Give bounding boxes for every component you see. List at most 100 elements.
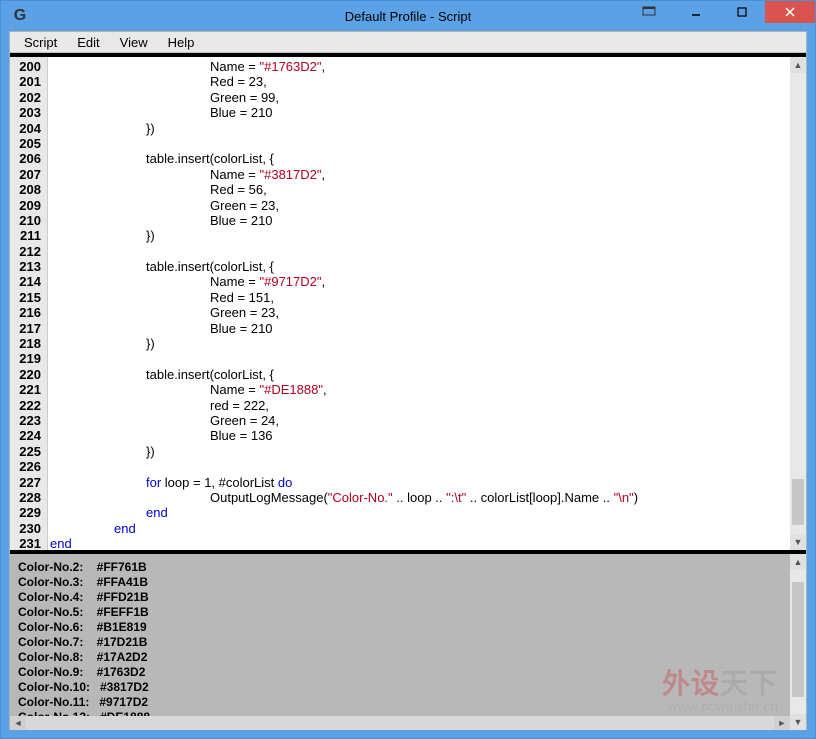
output-log[interactable]: Color-No.2: #FF761BColor-No.3: #FFA41BCo… [10, 554, 790, 730]
code-line[interactable]: Blue = 136 [50, 428, 806, 443]
output-hscroll-track[interactable] [26, 716, 774, 730]
code-line[interactable] [50, 244, 806, 259]
code-line[interactable]: table.insert(colorList, { [50, 151, 806, 166]
output-row: Color-No.3: #FFA41B [18, 575, 782, 590]
editor-wrap: 2002012022032042052062072082092102112122… [9, 53, 807, 730]
code-line[interactable]: Green = 23, [50, 198, 806, 213]
output-panel: Color-No.2: #FF761BColor-No.3: #FFA41BCo… [10, 550, 806, 730]
window-frame: G Default Profile - Script Script Edit V… [0, 0, 816, 739]
line-number: 209 [10, 198, 47, 213]
code-line[interactable]: Red = 151, [50, 290, 806, 305]
line-number: 226 [10, 459, 47, 474]
line-number: 202 [10, 90, 47, 105]
line-number: 229 [10, 505, 47, 520]
code-line[interactable]: for loop = 1, #colorList do [50, 475, 806, 490]
code-line[interactable]: Red = 23, [50, 74, 806, 89]
line-number: 208 [10, 182, 47, 197]
line-number: 223 [10, 413, 47, 428]
line-number: 211 [10, 228, 47, 243]
output-row: Color-No.7: #17D21B [18, 635, 782, 650]
output-row: Color-No.10: #3817D2 [18, 680, 782, 695]
titlebar[interactable]: G Default Profile - Script [1, 1, 815, 31]
output-scroll-track[interactable] [790, 570, 806, 714]
output-row: Color-No.5: #FEFF1B [18, 605, 782, 620]
code-line[interactable]: end [50, 521, 806, 536]
code-line[interactable]: Blue = 210 [50, 213, 806, 228]
code-line[interactable]: Red = 56, [50, 182, 806, 197]
line-number: 215 [10, 290, 47, 305]
line-number: 201 [10, 74, 47, 89]
menu-help[interactable]: Help [158, 33, 205, 52]
output-row: Color-No.8: #17A2D2 [18, 650, 782, 665]
line-number: 207 [10, 167, 47, 182]
code-line[interactable]: Blue = 210 [50, 105, 806, 120]
window-mode-button[interactable] [633, 1, 665, 23]
code-line[interactable]: }) [50, 228, 806, 243]
line-number: 204 [10, 121, 47, 136]
code-line[interactable]: }) [50, 121, 806, 136]
output-scroll-left-button[interactable]: ◄ [10, 716, 26, 730]
code-line[interactable]: }) [50, 444, 806, 459]
output-row: Color-No.11: #9717D2 [18, 695, 782, 710]
scroll-thumb[interactable] [792, 479, 804, 525]
menu-view[interactable]: View [110, 33, 158, 52]
line-number: 213 [10, 259, 47, 274]
output-row: Color-No.6: #B1E819 [18, 620, 782, 635]
code-line[interactable]: Green = 99, [50, 90, 806, 105]
code-line[interactable]: table.insert(colorList, { [50, 367, 806, 382]
output-scroll-right-button[interactable]: ► [774, 716, 790, 730]
line-number: 217 [10, 321, 47, 336]
code-line[interactable]: end [50, 536, 806, 550]
output-scroll-down-button[interactable]: ▼ [790, 714, 806, 730]
code-line[interactable]: }) [50, 336, 806, 351]
code-line[interactable]: table.insert(colorList, { [50, 259, 806, 274]
app-body: Script Edit View Help 200201202203204205… [1, 31, 815, 738]
line-number: 219 [10, 351, 47, 366]
output-row: Color-No.4: #FFD21B [18, 590, 782, 605]
line-number: 221 [10, 382, 47, 397]
line-number: 210 [10, 213, 47, 228]
line-number: 205 [10, 136, 47, 151]
code-line[interactable]: Green = 24, [50, 413, 806, 428]
output-row: Color-No.2: #FF761B [18, 560, 782, 575]
code-line[interactable] [50, 459, 806, 474]
line-number: 212 [10, 244, 47, 259]
code-line[interactable]: Name = "#9717D2", [50, 274, 806, 289]
code-line[interactable] [50, 351, 806, 366]
output-scroll-thumb[interactable] [792, 582, 804, 697]
line-number: 225 [10, 444, 47, 459]
code-line[interactable]: red = 222, [50, 398, 806, 413]
code-line[interactable]: end [50, 505, 806, 520]
code-line[interactable]: Blue = 210 [50, 321, 806, 336]
output-horizontal-scrollbar[interactable]: ◄ ► [10, 716, 790, 730]
close-button[interactable] [765, 1, 815, 23]
code-area[interactable]: Name = "#1763D2",Red = 23,Green = 99,Blu… [48, 57, 806, 550]
output-vertical-scrollbar[interactable]: ▲ ▼ [790, 554, 806, 730]
window-controls [633, 1, 815, 23]
scroll-track[interactable] [790, 73, 806, 534]
line-number: 203 [10, 105, 47, 120]
code-line[interactable] [50, 136, 806, 151]
code-line[interactable]: Name = "#3817D2", [50, 167, 806, 182]
menubar: Script Edit View Help [9, 31, 807, 53]
line-number: 230 [10, 521, 47, 536]
scroll-up-button[interactable]: ▲ [790, 57, 806, 73]
line-number: 231 [10, 536, 47, 550]
maximize-button[interactable] [719, 1, 765, 23]
line-number: 218 [10, 336, 47, 351]
code-line[interactable]: Green = 23, [50, 305, 806, 320]
output-scroll-up-button[interactable]: ▲ [790, 554, 806, 570]
code-editor[interactable]: 2002012022032042052062072082092102112122… [10, 57, 806, 550]
minimize-button[interactable] [673, 1, 719, 23]
menu-edit[interactable]: Edit [67, 33, 109, 52]
code-line[interactable]: OutputLogMessage("Color-No." .. loop .. … [50, 490, 806, 505]
code-line[interactable]: Name = "#DE1888", [50, 382, 806, 397]
line-number: 206 [10, 151, 47, 166]
line-number: 220 [10, 367, 47, 382]
menu-script[interactable]: Script [14, 33, 67, 52]
code-line[interactable]: Name = "#1763D2", [50, 59, 806, 74]
scroll-down-button[interactable]: ▼ [790, 534, 806, 550]
line-number: 222 [10, 398, 47, 413]
editor-vertical-scrollbar[interactable]: ▲ ▼ [790, 57, 806, 550]
app-logo-icon: G [9, 5, 31, 27]
